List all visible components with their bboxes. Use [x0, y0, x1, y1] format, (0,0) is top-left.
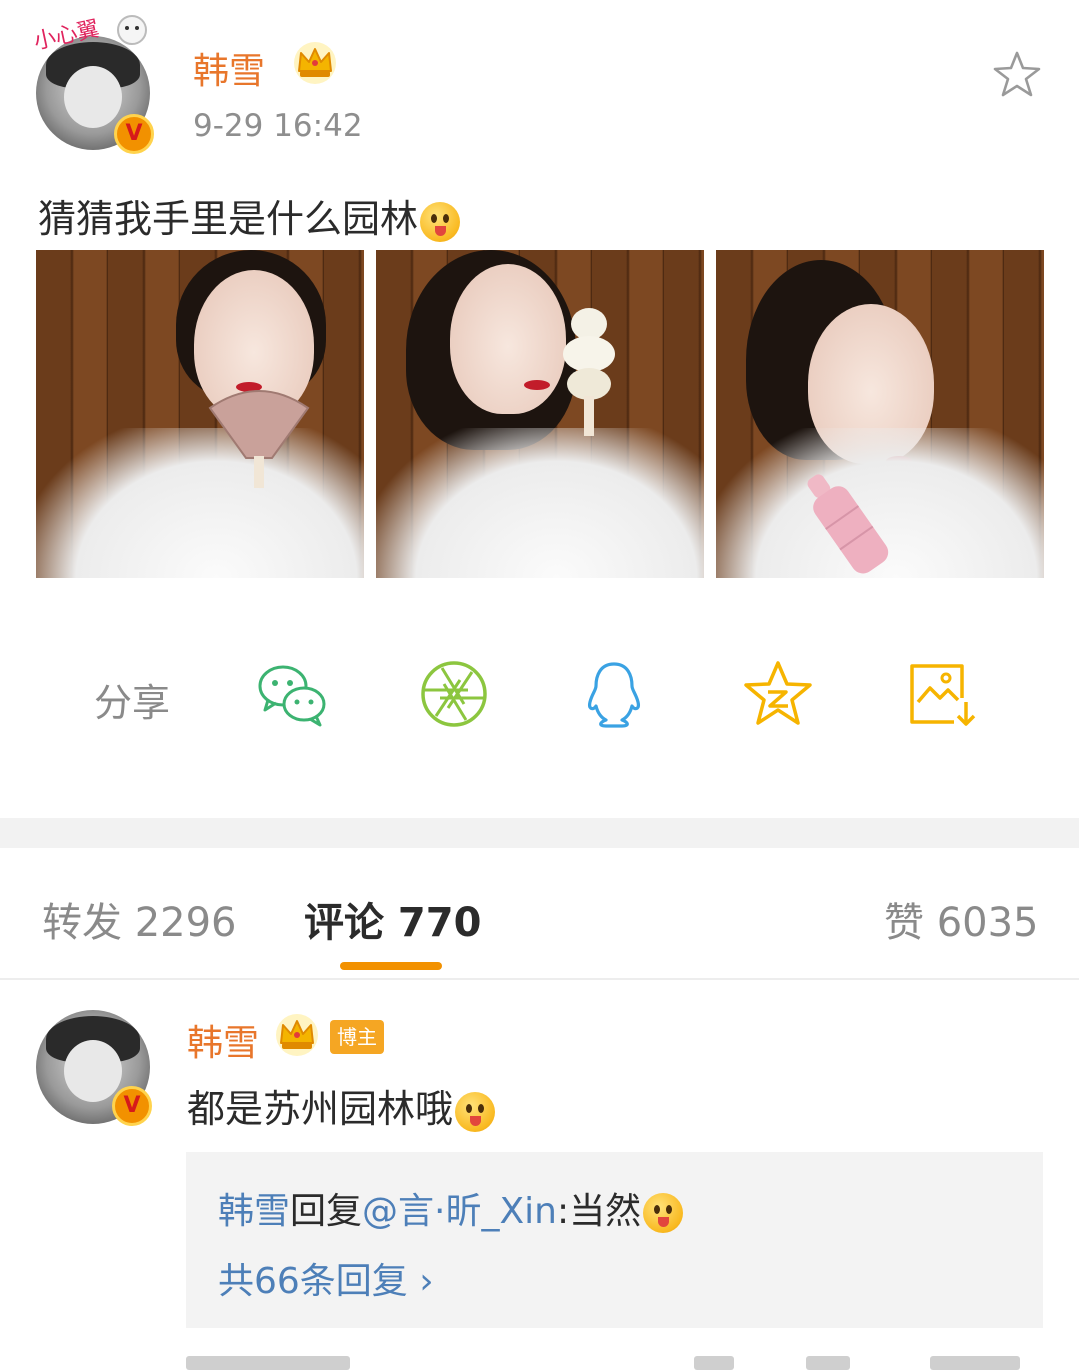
reply-author-link[interactable]: 韩雪	[218, 1191, 290, 1232]
image-figure	[524, 380, 550, 390]
qq-icon[interactable]	[578, 658, 650, 730]
verified-badge-icon: V	[114, 114, 154, 154]
tongue-out-emoji-icon	[420, 201, 461, 242]
share-label: 分享	[94, 681, 171, 725]
section-separator	[0, 818, 1079, 848]
avatar-sticker: 小心翼	[32, 15, 147, 55]
image-figure	[36, 428, 364, 578]
avatar-face	[64, 1040, 122, 1102]
white-popsicle	[563, 308, 615, 436]
reply-preview-line: 韩雪回复@言·昕_Xin:当然	[218, 1182, 684, 1234]
verified-badge-icon: V	[112, 1086, 152, 1126]
view-replies-link[interactable]: 共66条回复 ›	[218, 1252, 434, 1304]
avatar-sticker-text: 小心翼	[32, 17, 102, 55]
vip-crown-icon	[294, 42, 336, 84]
post-author-name[interactable]: 韩雪	[193, 42, 265, 94]
comment-text: 都是苏州园林哦	[187, 1078, 496, 1133]
avatar-face	[64, 66, 122, 128]
tongue-out-emoji-icon	[455, 1091, 496, 1132]
post-text: 猜猜我手里是什么园林	[38, 188, 461, 243]
reply-mention-link[interactable]: @言·昕_Xin	[362, 1191, 557, 1232]
fan-shaped-popsicle	[208, 390, 310, 488]
image-figure	[450, 264, 566, 414]
tab-reposts[interactable]: 转发 2296	[42, 890, 237, 948]
post-text-content: 猜猜我手里是什么园林	[38, 197, 419, 241]
reply-preview-box[interactable]: 韩雪回复@言·昕_Xin:当然 共66条回复 ›	[186, 1152, 1043, 1328]
vip-crown-icon	[276, 1014, 318, 1056]
tabs-divider	[0, 978, 1079, 980]
active-tab-indicator	[340, 962, 442, 970]
post-image-2[interactable]	[376, 250, 704, 578]
author-badge: 博主	[330, 1020, 384, 1054]
comment-text-content: 都是苏州园林哦	[187, 1087, 454, 1131]
comment-author-avatar[interactable]: V	[36, 1010, 152, 1126]
smirk-emoji-icon	[643, 1193, 684, 1233]
qzone-icon[interactable]	[742, 658, 814, 730]
reply-text: :当然	[556, 1191, 642, 1232]
save-image-icon[interactable]	[906, 658, 978, 730]
favorite-star-icon[interactable]	[992, 50, 1042, 98]
tab-comments[interactable]: 评论 770	[304, 890, 481, 948]
comment-author-name[interactable]: 韩雪	[187, 1014, 259, 1066]
tab-likes[interactable]: 赞 6035	[884, 890, 1039, 948]
post-image-3[interactable]	[716, 250, 1044, 578]
reply-verb: 回复	[290, 1191, 363, 1232]
pink-bottle-popsicle	[807, 474, 889, 574]
post-image-1[interactable]	[36, 250, 364, 578]
image-figure	[376, 428, 704, 578]
post-timestamp: 9-29 16:42	[193, 108, 363, 144]
wechat-icon[interactable]	[256, 658, 328, 730]
moments-icon[interactable]	[418, 658, 490, 730]
